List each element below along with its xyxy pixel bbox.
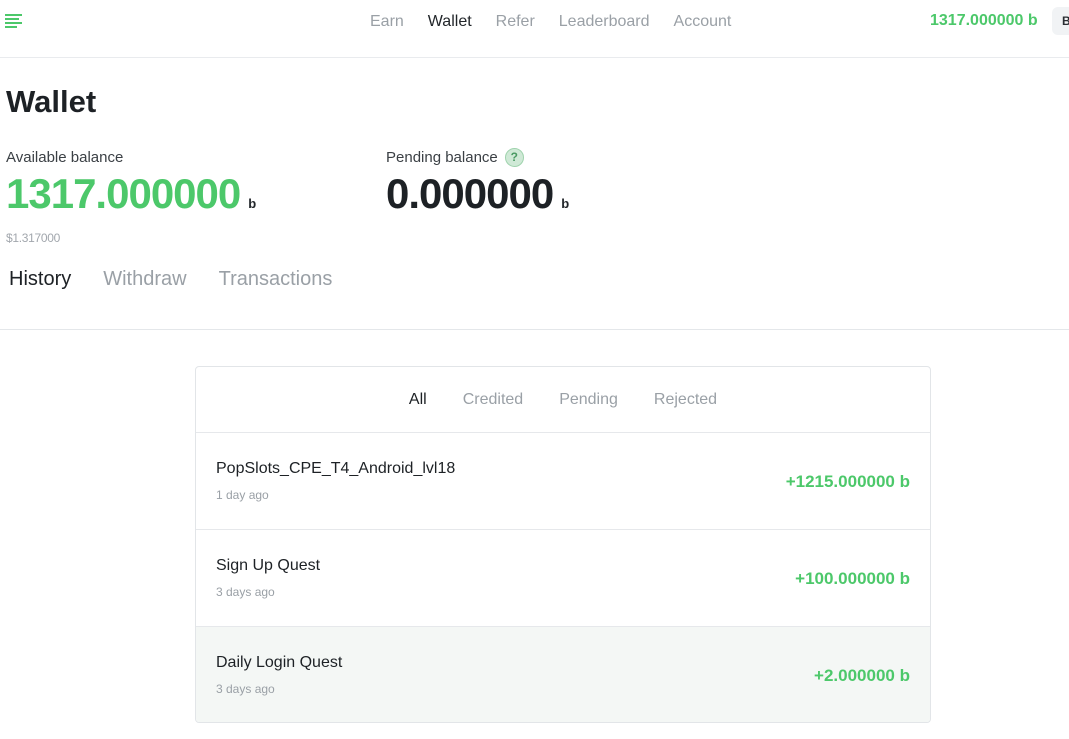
question-icon[interactable]: ? <box>504 147 524 167</box>
currency-badge[interactable]: B <box>1052 7 1069 35</box>
tab-history[interactable]: History <box>9 268 71 291</box>
pending-balance-label-row: Pending balance ? <box>386 146 569 168</box>
transaction-amount: +100.000000 b <box>795 569 910 588</box>
tabs-divider <box>0 329 1069 330</box>
available-balance-label: Available balance <box>6 148 124 166</box>
transaction-row[interactable]: PopSlots_CPE_T4_Android_lvl18 1 day ago … <box>196 433 930 530</box>
available-balance-value: 1317.000000 <box>6 170 241 217</box>
header-balance: 1317.000000 b <box>930 12 1038 29</box>
available-balance-block: Available balance 1317.000000 b $1.317000 <box>6 146 256 246</box>
wallet-tabs: History Withdraw Transactions <box>9 268 364 291</box>
nav-item-refer[interactable]: Refer <box>496 13 535 31</box>
nav-item-earn[interactable]: Earn <box>370 13 404 31</box>
transaction-name: Sign Up Quest <box>216 557 321 574</box>
transaction-row[interactable]: Sign Up Quest 3 days ago +100.000000 b <box>196 530 930 627</box>
transaction-time: 1 day ago <box>216 488 269 502</box>
history-card: All Credited Pending Rejected PopSlots_C… <box>195 366 931 723</box>
logo-menu-icon[interactable] <box>5 14 22 31</box>
transaction-time: 3 days ago <box>216 585 275 599</box>
top-navigation-bar: Earn Wallet Refer Leaderboard Account 13… <box>0 0 1069 58</box>
available-balance-usd: $1.317000 <box>6 231 61 245</box>
pending-balance-value: 0.000000 <box>386 170 554 217</box>
available-balance-amount: 1317.000000 b <box>6 169 256 229</box>
filter-pending[interactable]: Pending <box>559 391 618 409</box>
transaction-name: Daily Login Quest <box>216 654 343 671</box>
pending-balance-unit: b <box>561 196 570 211</box>
page-title: Wallet <box>6 84 97 119</box>
transaction-time: 3 days ago <box>216 682 275 696</box>
filter-all[interactable]: All <box>409 391 427 409</box>
pending-balance-amount: 0.000000 b <box>386 169 569 229</box>
tab-withdraw[interactable]: Withdraw <box>103 268 186 291</box>
transaction-amount: +1215.000000 b <box>785 472 910 491</box>
transaction-amount: +2.000000 b <box>814 666 910 685</box>
available-balance-unit: b <box>248 196 257 211</box>
filter-credited[interactable]: Credited <box>463 391 523 409</box>
pending-balance-label: Pending balance <box>386 148 498 166</box>
nav-item-leaderboard[interactable]: Leaderboard <box>559 13 650 31</box>
nav-item-wallet[interactable]: Wallet <box>428 13 472 31</box>
tab-transactions[interactable]: Transactions <box>219 268 333 291</box>
history-filters: All Credited Pending Rejected <box>196 367 930 433</box>
transaction-row[interactable]: Daily Login Quest 3 days ago +2.000000 b <box>196 627 930 722</box>
nav-item-account[interactable]: Account <box>674 13 732 31</box>
pending-balance-block: Pending balance ? 0.000000 b <box>386 146 569 229</box>
transaction-name: PopSlots_CPE_T4_Android_lvl18 <box>216 460 456 477</box>
main-nav: Earn Wallet Refer Leaderboard Account <box>358 0 743 44</box>
filter-rejected[interactable]: Rejected <box>654 391 717 409</box>
